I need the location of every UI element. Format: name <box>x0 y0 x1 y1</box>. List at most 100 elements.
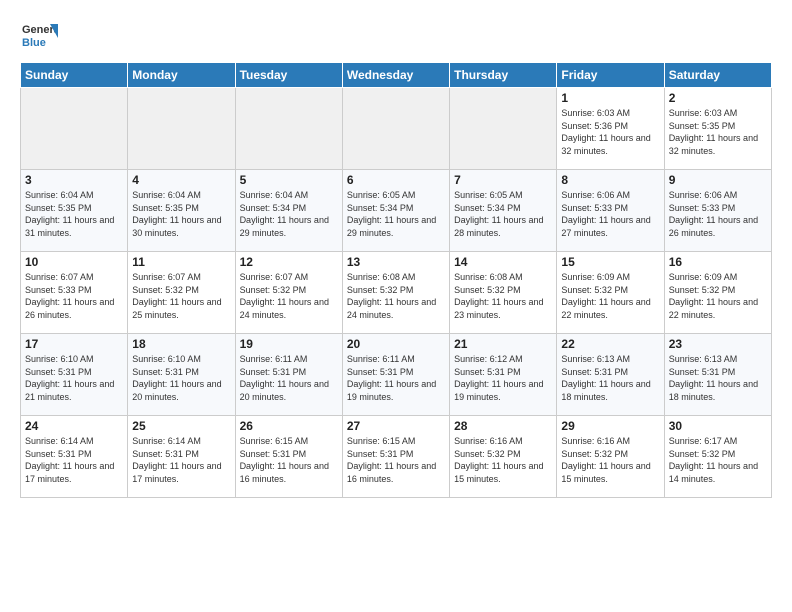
day-info: Sunrise: 6:16 AMSunset: 5:32 PMDaylight:… <box>561 435 659 485</box>
day-info: Sunrise: 6:11 AMSunset: 5:31 PMDaylight:… <box>347 353 445 403</box>
day-number: 18 <box>132 337 230 351</box>
logo-icon: General Blue <box>20 16 58 54</box>
day-info: Sunrise: 6:04 AMSunset: 5:35 PMDaylight:… <box>25 189 123 239</box>
day-info: Sunrise: 6:09 AMSunset: 5:32 PMDaylight:… <box>669 271 767 321</box>
calendar-cell: 24 Sunrise: 6:14 AMSunset: 5:31 PMDayligh… <box>21 416 128 498</box>
day-info: Sunrise: 6:07 AMSunset: 5:32 PMDaylight:… <box>240 271 338 321</box>
day-number: 28 <box>454 419 552 433</box>
day-info: Sunrise: 6:07 AMSunset: 5:32 PMDaylight:… <box>132 271 230 321</box>
logo: General Blue <box>20 16 58 54</box>
calendar-week-row: 24 Sunrise: 6:14 AMSunset: 5:31 PMDayligh… <box>21 416 772 498</box>
calendar-cell: 15 Sunrise: 6:09 AMSunset: 5:32 PMDayligh… <box>557 252 664 334</box>
calendar-cell: 19 Sunrise: 6:11 AMSunset: 5:31 PMDayligh… <box>235 334 342 416</box>
day-number: 23 <box>669 337 767 351</box>
col-header-sunday: Sunday <box>21 63 128 88</box>
day-number: 6 <box>347 173 445 187</box>
calendar-cell: 9 Sunrise: 6:06 AMSunset: 5:33 PMDaylight… <box>664 170 771 252</box>
calendar-cell: 2 Sunrise: 6:03 AMSunset: 5:35 PMDaylight… <box>664 88 771 170</box>
calendar-week-row: 1Sunrise: 6:03 AMSunset: 5:36 PMDaylight… <box>21 88 772 170</box>
day-info: Sunrise: 6:05 AMSunset: 5:34 PMDaylight:… <box>347 189 445 239</box>
col-header-friday: Friday <box>557 63 664 88</box>
calendar-cell <box>128 88 235 170</box>
day-number: 27 <box>347 419 445 433</box>
calendar-cell: 11 Sunrise: 6:07 AMSunset: 5:32 PMDayligh… <box>128 252 235 334</box>
day-number: 17 <box>25 337 123 351</box>
calendar-cell <box>21 88 128 170</box>
calendar-cell: 7 Sunrise: 6:05 AMSunset: 5:34 PMDaylight… <box>450 170 557 252</box>
day-number: 30 <box>669 419 767 433</box>
calendar-cell: 20 Sunrise: 6:11 AMSunset: 5:31 PMDayligh… <box>342 334 449 416</box>
day-info: Sunrise: 6:14 AMSunset: 5:31 PMDaylight:… <box>132 435 230 485</box>
day-info: Sunrise: 6:15 AMSunset: 5:31 PMDaylight:… <box>347 435 445 485</box>
col-header-monday: Monday <box>128 63 235 88</box>
calendar-cell <box>450 88 557 170</box>
day-info: Sunrise: 6:07 AMSunset: 5:33 PMDaylight:… <box>25 271 123 321</box>
calendar-cell: 25 Sunrise: 6:14 AMSunset: 5:31 PMDayligh… <box>128 416 235 498</box>
day-info: Sunrise: 6:14 AMSunset: 5:31 PMDaylight:… <box>25 435 123 485</box>
day-info: Sunrise: 6:04 AMSunset: 5:35 PMDaylight:… <box>132 189 230 239</box>
day-number: 5 <box>240 173 338 187</box>
day-number: 25 <box>132 419 230 433</box>
day-info: Sunrise: 6:06 AMSunset: 5:33 PMDaylight:… <box>669 189 767 239</box>
day-info: Sunrise: 6:03 AMSunset: 5:36 PMDaylight:… <box>561 107 659 157</box>
calendar-table: SundayMondayTuesdayWednesdayThursdayFrid… <box>20 62 772 498</box>
day-info: Sunrise: 6:13 AMSunset: 5:31 PMDaylight:… <box>561 353 659 403</box>
col-header-tuesday: Tuesday <box>235 63 342 88</box>
day-number: 13 <box>347 255 445 269</box>
calendar-cell: 28 Sunrise: 6:16 AMSunset: 5:32 PMDayligh… <box>450 416 557 498</box>
day-number: 20 <box>347 337 445 351</box>
day-number: 2 <box>669 91 767 105</box>
day-number: 21 <box>454 337 552 351</box>
calendar-cell: 12 Sunrise: 6:07 AMSunset: 5:32 PMDayligh… <box>235 252 342 334</box>
calendar-cell: 27 Sunrise: 6:15 AMSunset: 5:31 PMDayligh… <box>342 416 449 498</box>
calendar-week-row: 10Sunrise: 6:07 AMSunset: 5:33 PMDayligh… <box>21 252 772 334</box>
day-info: Sunrise: 6:05 AMSunset: 5:34 PMDaylight:… <box>454 189 552 239</box>
weekday-header-row: SundayMondayTuesdayWednesdayThursdayFrid… <box>21 63 772 88</box>
day-info: Sunrise: 6:17 AMSunset: 5:32 PMDaylight:… <box>669 435 767 485</box>
day-info: Sunrise: 6:08 AMSunset: 5:32 PMDaylight:… <box>347 271 445 321</box>
calendar-cell: 5Sunrise: 6:04 AMSunset: 5:34 PMDaylight… <box>235 170 342 252</box>
day-number: 29 <box>561 419 659 433</box>
day-number: 3 <box>25 173 123 187</box>
day-number: 22 <box>561 337 659 351</box>
calendar-cell: 18Sunrise: 6:10 AMSunset: 5:31 PMDayligh… <box>128 334 235 416</box>
day-number: 4 <box>132 173 230 187</box>
header: General Blue <box>20 16 772 54</box>
day-info: Sunrise: 6:12 AMSunset: 5:31 PMDaylight:… <box>454 353 552 403</box>
calendar-cell: 26 Sunrise: 6:15 AMSunset: 5:31 PMDayligh… <box>235 416 342 498</box>
calendar-week-row: 17Sunrise: 6:10 AMSunset: 5:31 PMDayligh… <box>21 334 772 416</box>
day-number: 7 <box>454 173 552 187</box>
day-info: Sunrise: 6:06 AMSunset: 5:33 PMDaylight:… <box>561 189 659 239</box>
calendar-cell: 23Sunrise: 6:13 AMSunset: 5:31 PMDayligh… <box>664 334 771 416</box>
calendar-cell: 21 Sunrise: 6:12 AMSunset: 5:31 PMDayligh… <box>450 334 557 416</box>
day-info: Sunrise: 6:11 AMSunset: 5:31 PMDaylight:… <box>240 353 338 403</box>
calendar-cell: 10Sunrise: 6:07 AMSunset: 5:33 PMDayligh… <box>21 252 128 334</box>
calendar-cell: 8 Sunrise: 6:06 AMSunset: 5:33 PMDaylight… <box>557 170 664 252</box>
day-number: 19 <box>240 337 338 351</box>
calendar-cell: 4 Sunrise: 6:04 AMSunset: 5:35 PMDaylight… <box>128 170 235 252</box>
day-number: 16 <box>669 255 767 269</box>
day-number: 8 <box>561 173 659 187</box>
col-header-thursday: Thursday <box>450 63 557 88</box>
day-info: Sunrise: 6:16 AMSunset: 5:32 PMDaylight:… <box>454 435 552 485</box>
calendar-cell: 16 Sunrise: 6:09 AMSunset: 5:32 PMDayligh… <box>664 252 771 334</box>
calendar-cell: 17Sunrise: 6:10 AMSunset: 5:31 PMDayligh… <box>21 334 128 416</box>
day-info: Sunrise: 6:03 AMSunset: 5:35 PMDaylight:… <box>669 107 767 157</box>
day-number: 9 <box>669 173 767 187</box>
day-number: 15 <box>561 255 659 269</box>
day-info: Sunrise: 6:15 AMSunset: 5:31 PMDaylight:… <box>240 435 338 485</box>
day-number: 26 <box>240 419 338 433</box>
calendar-cell <box>235 88 342 170</box>
calendar-cell: 3 Sunrise: 6:04 AMSunset: 5:35 PMDaylight… <box>21 170 128 252</box>
day-number: 24 <box>25 419 123 433</box>
col-header-saturday: Saturday <box>664 63 771 88</box>
day-number: 11 <box>132 255 230 269</box>
day-number: 12 <box>240 255 338 269</box>
day-number: 14 <box>454 255 552 269</box>
calendar-week-row: 3 Sunrise: 6:04 AMSunset: 5:35 PMDaylight… <box>21 170 772 252</box>
calendar-cell: 6 Sunrise: 6:05 AMSunset: 5:34 PMDaylight… <box>342 170 449 252</box>
calendar-cell: 30 Sunrise: 6:17 AMSunset: 5:32 PMDayligh… <box>664 416 771 498</box>
calendar-cell: 22 Sunrise: 6:13 AMSunset: 5:31 PMDayligh… <box>557 334 664 416</box>
day-info: Sunrise: 6:09 AMSunset: 5:32 PMDaylight:… <box>561 271 659 321</box>
col-header-wednesday: Wednesday <box>342 63 449 88</box>
